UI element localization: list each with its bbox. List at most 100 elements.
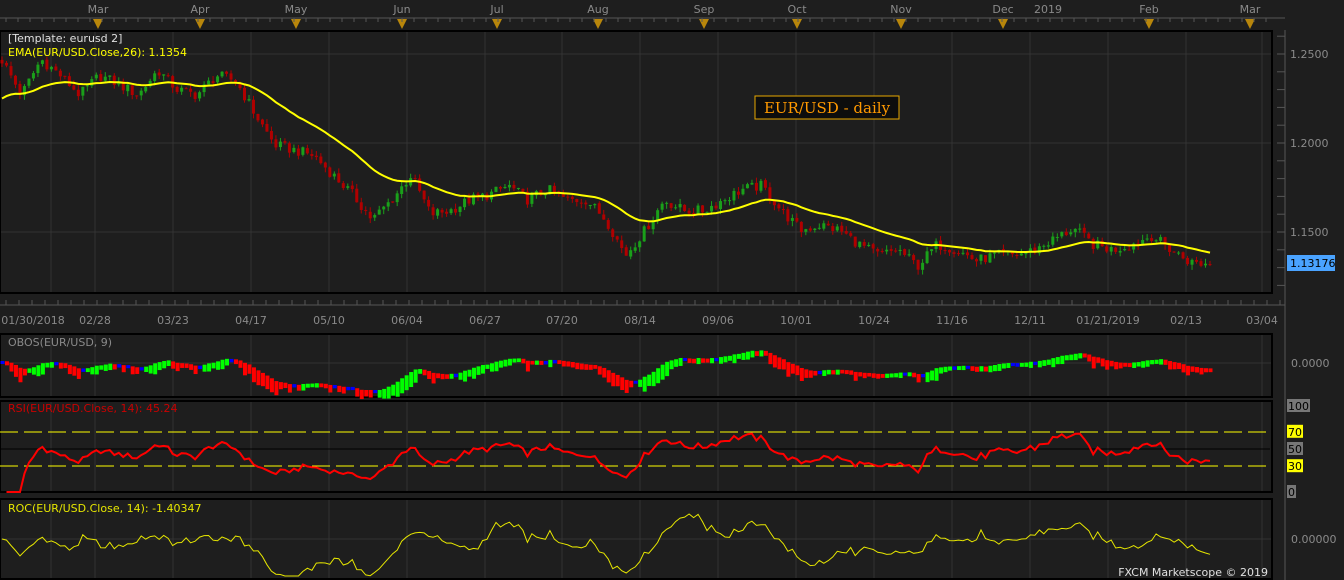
- month-label: Jul: [489, 3, 503, 16]
- candle: [63, 75, 67, 77]
- candle: [701, 205, 705, 213]
- obos-bar: [988, 365, 993, 373]
- candle: [1186, 257, 1190, 265]
- obos-bar: [548, 359, 553, 368]
- candle: [705, 211, 709, 213]
- obos-bar: [355, 388, 360, 397]
- obos-bar: [593, 364, 598, 369]
- date-label: 10/01: [780, 314, 812, 327]
- rsi-level-label: 50: [1288, 443, 1302, 456]
- candle: [445, 211, 449, 214]
- obos-bar: [566, 361, 571, 367]
- candle: [319, 156, 323, 164]
- obos-bar: [431, 372, 436, 384]
- date-axis: 01/30/2018 02/28 03/23 04/17 05/10 06/04 06/27…: [0, 300, 1285, 327]
- obos-bar: [759, 350, 764, 357]
- obos-bar: [916, 374, 921, 383]
- obos-bar: [1033, 361, 1038, 365]
- candle: [719, 201, 723, 209]
- obos-bar: [921, 373, 926, 378]
- date-label: 03/23: [157, 314, 189, 327]
- candle: [404, 184, 408, 187]
- candle: [853, 236, 857, 247]
- obos-bar: [364, 390, 369, 397]
- obos-bar: [94, 365, 99, 375]
- obos-bar: [472, 367, 477, 379]
- obos-bar: [1105, 360, 1110, 370]
- obos-bar: [966, 365, 970, 369]
- obos-bar: [1136, 362, 1141, 367]
- obos-bar: [189, 364, 194, 370]
- obos-bar: [777, 357, 782, 370]
- date-label: 07/20: [546, 314, 578, 327]
- month-label: Mar: [88, 3, 109, 16]
- obos-bar: [903, 372, 908, 376]
- candle: [1109, 247, 1113, 252]
- candle: [907, 254, 911, 256]
- obos-bar: [983, 366, 988, 372]
- candle: [382, 206, 386, 210]
- month-label: Oct: [787, 3, 807, 16]
- obos-bar: [952, 366, 957, 370]
- candle: [503, 186, 507, 189]
- obos-bar: [831, 370, 836, 375]
- rsi-panel[interactable]: [0, 400, 1273, 493]
- date-label: 01/30/2018: [1, 314, 64, 327]
- candle: [835, 226, 839, 231]
- obos-bar: [283, 382, 288, 389]
- date-label: 02/28: [79, 314, 111, 327]
- chart-canvas[interactable]: Mar Apr May Jun Jul Aug Sep Oct Nov Dec 2019 Feb Mar…: [0, 0, 1344, 580]
- candle: [1069, 232, 1073, 235]
- obos-bar: [121, 365, 126, 373]
- price-panel[interactable]: [0, 30, 1273, 294]
- price-tick-label: 1.2000: [1290, 137, 1329, 150]
- obos-bar: [862, 372, 867, 379]
- candle: [579, 202, 583, 204]
- obos-bar: [1051, 358, 1056, 368]
- obos-bar: [126, 365, 131, 369]
- candle: [678, 204, 682, 208]
- obos-bar: [184, 363, 189, 368]
- obos-bar: [1181, 364, 1186, 373]
- candle: [593, 204, 597, 206]
- candle: [431, 207, 435, 216]
- obos-bar: [939, 367, 944, 374]
- obos-bar: [512, 358, 517, 363]
- obos-bar: [1024, 362, 1029, 367]
- obos-bar: [521, 358, 526, 364]
- obos-bar: [481, 364, 485, 374]
- candle: [72, 85, 76, 90]
- candle: [952, 252, 956, 254]
- candle: [368, 211, 372, 219]
- obos-bar: [418, 369, 423, 374]
- date-label: 11/16: [936, 314, 968, 327]
- obos-bar: [674, 359, 679, 367]
- candle: [552, 185, 556, 193]
- candle: [727, 200, 731, 202]
- candle: [629, 250, 633, 257]
- month-label: 2019: [1034, 3, 1062, 16]
- date-label: 08/14: [624, 314, 656, 327]
- candle: [216, 76, 220, 83]
- candle: [189, 88, 193, 92]
- obos-bar: [117, 364, 122, 368]
- candle: [768, 187, 772, 200]
- candle: [921, 262, 925, 270]
- candle: [925, 251, 929, 264]
- obos-bar: [476, 366, 481, 375]
- candle: [566, 196, 570, 198]
- obos-bar: [350, 386, 355, 391]
- candle: [81, 86, 85, 96]
- candle: [391, 201, 395, 203]
- obos-bar: [489, 363, 494, 372]
- obos-bar: [669, 360, 674, 370]
- candle: [126, 84, 130, 92]
- obos-bar: [9, 362, 14, 372]
- candle: [373, 215, 377, 218]
- obos-bar: [63, 363, 68, 369]
- obos-bar: [795, 365, 800, 376]
- candle: [166, 75, 170, 77]
- month-axis: Mar Apr May Jun Jul Aug Sep Oct Nov Dec 2019 Feb Mar: [0, 3, 1285, 29]
- chart-title-box: EUR/USD - daily: [754, 95, 900, 120]
- candle: [58, 70, 62, 77]
